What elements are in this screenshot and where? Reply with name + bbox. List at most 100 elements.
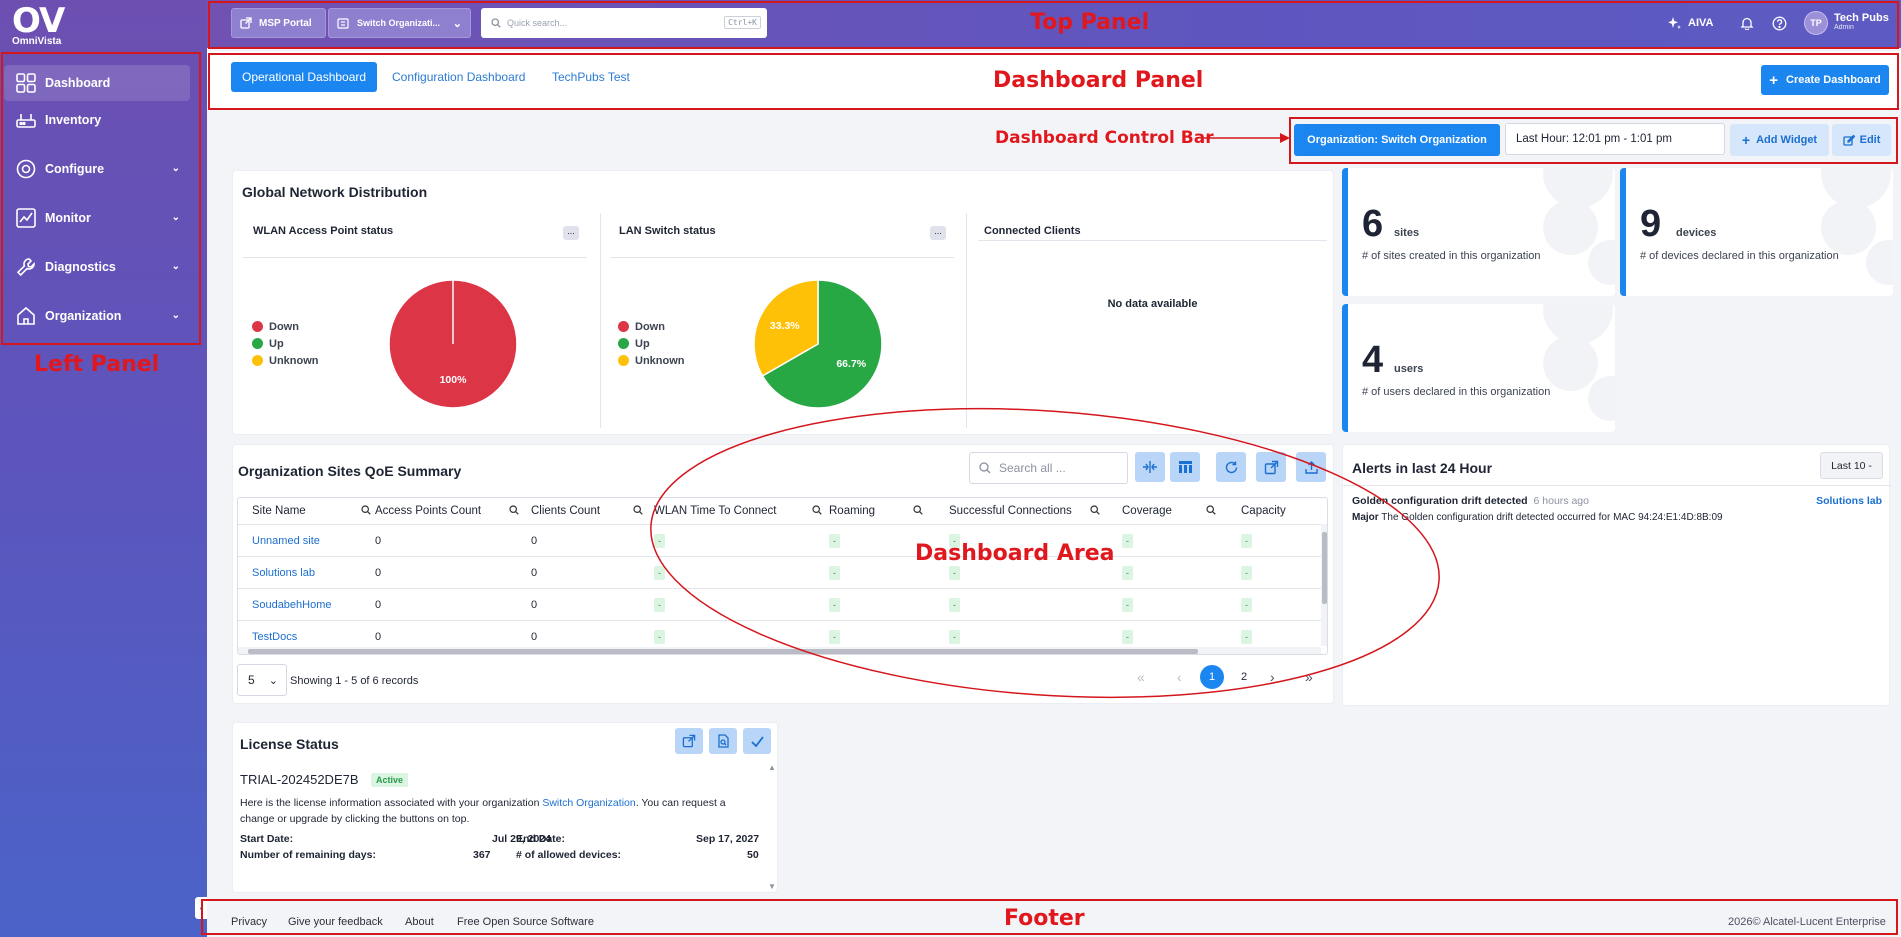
page-2-button[interactable]: 2	[1232, 665, 1256, 689]
export-button[interactable]	[1296, 452, 1326, 482]
column-header-coverage[interactable]: Coverage	[1122, 498, 1222, 524]
footer-link-open-source[interactable]: Free Open Source Software	[457, 916, 594, 928]
qoe-search-placeholder: Search all ...	[999, 461, 1066, 475]
search-icon[interactable]	[361, 505, 371, 515]
column-header-access-points[interactable]: Access Points Count	[375, 498, 525, 524]
organization-link[interactable]: Switch Organization	[542, 797, 635, 809]
quick-search-input[interactable]: Quick search... Ctrl+K	[481, 8, 767, 38]
collapse-sidebar-handle[interactable]: ‹	[195, 897, 207, 919]
search-icon[interactable]	[633, 505, 643, 515]
tab-operational-dashboard[interactable]: Operational Dashboard	[231, 62, 378, 92]
help-button[interactable]	[1772, 8, 1787, 38]
scroll-down-icon[interactable]: ▼	[768, 882, 776, 891]
column-layout-button[interactable]	[1170, 452, 1200, 482]
qoe-table: Site Name Access Points Count Clients Co…	[237, 497, 1328, 655]
license-confirm-button[interactable]	[743, 728, 771, 754]
collapse-columns-button[interactable]	[1135, 452, 1165, 482]
vertical-scrollbar[interactable]	[1321, 524, 1327, 646]
devices-stat-card[interactable]: 9 devices # of devices declared in this …	[1620, 168, 1893, 296]
prev-page-button[interactable]: ‹	[1177, 669, 1182, 685]
records-summary: Showing 1 - 5 of 6 records	[290, 675, 419, 687]
open-external-button[interactable]	[1256, 452, 1286, 482]
site-name-link[interactable]: SoudabehHome	[252, 589, 332, 621]
table-cell: -	[949, 589, 960, 621]
column-header-successful-connections[interactable]: Successful Connections	[949, 498, 1106, 524]
tab-configuration-dashboard[interactable]: Configuration Dashboard	[381, 62, 536, 92]
table-row[interactable]: Unnamed site 0 0 - - - - -	[238, 524, 1327, 557]
license-scrollbar[interactable]: ▲ ▼	[768, 763, 776, 891]
sidebar-item-organization[interactable]: Organization ⌄	[4, 298, 190, 334]
site-name-link[interactable]: Solutions lab	[252, 557, 315, 589]
user-menu[interactable]: TP Tech Pubs Admin	[1804, 8, 1889, 38]
qoe-search-input[interactable]: Search all ...	[969, 452, 1128, 484]
page-size-select[interactable]: 5 ⌄	[237, 664, 287, 696]
column-header-wlan-time-to-connect[interactable]: WLAN Time To Connect	[654, 498, 828, 524]
column-header-clients-count[interactable]: Clients Count	[531, 498, 649, 524]
chevron-down-icon: ⌄	[171, 261, 180, 272]
sidebar-item-configure[interactable]: Configure ⌄	[4, 151, 190, 187]
tab-techpubs-test[interactable]: TechPubs Test	[541, 62, 641, 92]
sidebar-item-monitor[interactable]: Monitor ⌄	[4, 200, 190, 236]
site-name-link[interactable]: Unnamed site	[252, 525, 320, 557]
scroll-up-icon[interactable]: ▲	[768, 763, 776, 772]
notifications-button[interactable]	[1740, 8, 1754, 38]
license-key: TRIAL-202452DE7B	[240, 772, 359, 787]
time-range-selector[interactable]: Last Hour: 12:01 pm - 1:01 pm	[1505, 123, 1725, 155]
wlan-more-button[interactable]: ...	[563, 226, 579, 240]
column-header-capacity[interactable]: Capacity	[1241, 498, 1327, 524]
footer-link-feedback[interactable]: Give your feedback	[288, 916, 383, 928]
license-description-text: Here is the license information associat…	[240, 797, 540, 809]
table-cell: -	[829, 589, 840, 621]
external-link-icon	[240, 17, 252, 29]
refresh-button[interactable]	[1216, 452, 1246, 482]
external-link-icon	[1264, 460, 1278, 474]
license-open-button[interactable]	[675, 728, 703, 754]
table-row[interactable]: Solutions lab 0 0 - - - - -	[238, 556, 1327, 589]
page-1-button[interactable]: 1	[1200, 665, 1224, 689]
sidebar-item-diagnostics[interactable]: Diagnostics ⌄	[4, 249, 190, 285]
first-page-button[interactable]: «	[1137, 669, 1145, 685]
organization-select[interactable]: Switch Organizati... ⌄	[328, 8, 471, 38]
column-header-site-name[interactable]: Site Name	[252, 498, 377, 524]
table-row[interactable]: SoudabehHome 0 0 - - - - -	[238, 588, 1327, 621]
alerts-filter-select[interactable]: Last 10 -	[1820, 452, 1883, 479]
sidebar-item-dashboard[interactable]: Dashboard	[4, 65, 190, 101]
alert-site-link[interactable]: Solutions lab	[1816, 495, 1882, 507]
search-icon[interactable]	[1090, 505, 1100, 515]
create-dashboard-button[interactable]: + Create Dashboard	[1761, 65, 1889, 95]
lan-more-button[interactable]: ...	[930, 226, 946, 240]
footer-link-about[interactable]: About	[405, 916, 434, 928]
omnivista-logo[interactable]: OV OmniVista	[12, 4, 65, 47]
last-page-button[interactable]: »	[1305, 669, 1313, 685]
alert-item[interactable]: Golden configuration drift detected 6 ho…	[1352, 495, 1882, 523]
msp-portal-button[interactable]: MSP Portal	[231, 8, 326, 38]
license-search-button[interactable]	[709, 728, 737, 754]
column-header-roaming[interactable]: Roaming	[829, 498, 929, 524]
aiva-button[interactable]: AIVA	[1667, 8, 1713, 38]
next-page-button[interactable]: ›	[1270, 669, 1275, 685]
sites-stat-card[interactable]: 6 sites # of sites created in this organ…	[1342, 168, 1615, 296]
search-icon[interactable]	[1206, 505, 1216, 515]
column-header-label: WLAN Time To Connect	[654, 505, 777, 517]
divider	[243, 257, 587, 258]
horizontal-scrollbar[interactable]	[238, 647, 1321, 654]
edit-button[interactable]: Edit	[1832, 124, 1891, 156]
monitor-chart-icon	[16, 208, 36, 228]
organization-filter-button[interactable]: Organization: Switch Organization	[1294, 124, 1500, 156]
sidebar-item-inventory[interactable]: Inventory	[4, 102, 190, 138]
add-widget-button[interactable]: + Add Widget	[1730, 124, 1829, 156]
scrollbar-thumb[interactable]	[248, 649, 1198, 654]
users-stat-card[interactable]: 4 users # of users declared in this orga…	[1342, 304, 1615, 432]
table-cell: -	[654, 557, 665, 589]
logo-name: OmniVista	[12, 36, 62, 47]
table-cell: 0	[375, 567, 382, 579]
table-cell: 0	[531, 567, 538, 579]
search-icon[interactable]	[812, 505, 822, 515]
footer-link-privacy[interactable]: Privacy	[231, 916, 267, 928]
scrollbar-thumb[interactable]	[1322, 532, 1327, 604]
legend-swatch-up	[252, 338, 263, 349]
search-icon[interactable]	[913, 505, 923, 515]
legend-up: Up	[252, 335, 319, 352]
legend-swatch-down	[618, 321, 629, 332]
search-icon[interactable]	[509, 505, 519, 515]
